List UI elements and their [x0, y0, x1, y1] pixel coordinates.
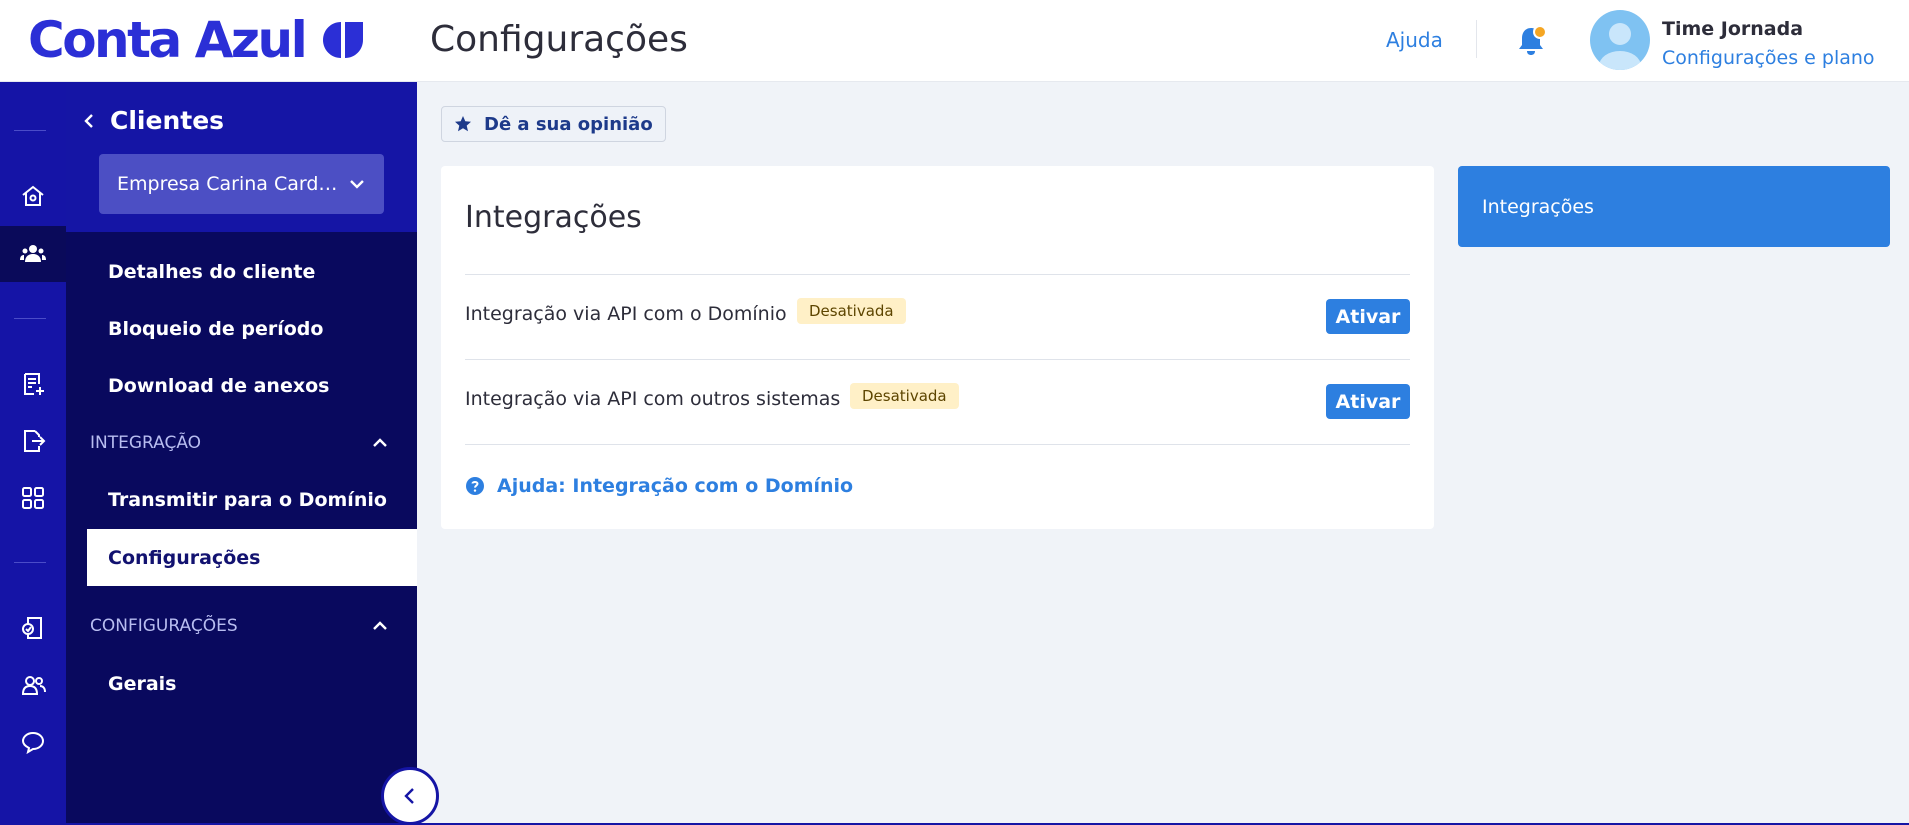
page-title: Configurações	[430, 19, 688, 60]
chevron-left-icon	[84, 114, 93, 128]
sidebar-item-label: Bloqueio de período	[108, 317, 324, 340]
sidebar-item-download-attachments[interactable]: Download de anexos	[87, 357, 417, 414]
integration-row-other-systems: Integração via API com outros sistemas D…	[465, 359, 1410, 443]
side-nav-integrations[interactable]: Integrações	[1458, 166, 1890, 247]
section-config-header[interactable]: CONFIGURAÇÕES	[90, 611, 390, 641]
rail-divider	[14, 562, 46, 563]
home-icon	[22, 185, 44, 206]
client-select-dropdown[interactable]: Empresa Carina Cardoso	[99, 154, 384, 214]
status-badge: Desativada	[850, 383, 959, 409]
logo-mark-icon	[323, 22, 364, 58]
sidebar-item-client-details[interactable]: Detalhes do cliente	[87, 243, 417, 300]
rail-export[interactable]	[0, 413, 66, 469]
rail-divider	[14, 318, 46, 319]
chevron-left-icon	[404, 788, 414, 804]
clients-icon	[20, 245, 46, 262]
user-name: Time Jornada	[1662, 18, 1804, 40]
icon-rail	[0, 82, 66, 825]
chevron-up-icon	[373, 438, 387, 447]
sidebar-item-configuracoes[interactable]: Configurações	[87, 529, 417, 586]
chat-icon	[21, 731, 45, 755]
back-to-clients[interactable]: Clientes	[80, 106, 224, 136]
back-label: Clientes	[110, 106, 225, 135]
rail-apps[interactable]	[0, 470, 66, 526]
chevron-up-icon	[373, 621, 387, 630]
sidebar-item-label: Transmitir para o Domínio	[108, 488, 387, 511]
rail-invoices[interactable]	[0, 356, 66, 412]
documents-icon	[22, 617, 42, 639]
activate-other-systems-button[interactable]: Ativar	[1326, 384, 1410, 419]
sidebar-header: Clientes Empresa Carina Cardoso	[66, 82, 417, 232]
section-integration-header[interactable]: INTEGRAÇÃO	[90, 428, 390, 458]
status-badge: Desativada	[797, 298, 906, 324]
user-avatar[interactable]	[1590, 10, 1650, 70]
help-link-label: Ajuda: Integração com o Domínio	[497, 475, 854, 497]
settings-and-plan-link[interactable]: Configurações e plano	[1662, 46, 1875, 70]
logo-wordmark: Conta Azul	[28, 11, 308, 69]
feedback-button[interactable]: Dê a sua opinião	[441, 106, 666, 142]
sidebar-item-label: Gerais	[108, 672, 177, 695]
rail-users[interactable]	[0, 657, 66, 713]
side-nav-label: Integrações	[1482, 195, 1594, 218]
sidebar-item-general[interactable]: Gerais	[87, 655, 417, 712]
sidebar-item-label: Detalhes do cliente	[108, 260, 316, 283]
help-link[interactable]: Ajuda	[1386, 28, 1443, 52]
avatar-person-icon	[1599, 23, 1641, 70]
header-divider	[1476, 20, 1477, 58]
client-select-value: Empresa Carina Cardoso	[117, 173, 339, 195]
users-icon	[21, 676, 46, 695]
integration-label: Integração via API com outros sistemas	[465, 388, 841, 410]
sidebar-item-period-lock[interactable]: Bloqueio de período	[87, 300, 417, 357]
chevron-down-icon	[350, 180, 364, 189]
integrations-card: Integrações Integração via API com o Dom…	[441, 166, 1434, 529]
sidebar-item-label: Download de anexos	[108, 374, 330, 397]
collapse-sidebar-button[interactable]	[381, 767, 439, 825]
sidebar-item-label: Configurações	[108, 546, 261, 569]
export-icon	[24, 430, 46, 452]
section-label: CONFIGURAÇÕES	[90, 616, 238, 636]
integration-row-dominio: Integração via API com o Domínio Desativ…	[465, 274, 1410, 358]
activate-dominio-button[interactable]: Ativar	[1326, 299, 1410, 334]
rail-divider	[14, 130, 46, 131]
section-label: INTEGRAÇÃO	[90, 433, 202, 453]
rail-home[interactable]	[0, 168, 66, 224]
star-icon	[455, 116, 471, 132]
rail-clients[interactable]	[0, 226, 66, 282]
feedback-label: Dê a sua opinião	[484, 113, 653, 135]
top-header: Conta Azul Configurações Ajuda Time Jorn…	[0, 0, 1909, 82]
conta-azul-logo[interactable]: Conta Azul	[28, 12, 367, 68]
invoice-add-icon	[24, 373, 44, 395]
apps-grid-icon	[22, 487, 44, 509]
rail-documents[interactable]	[0, 600, 66, 656]
help-circle-icon	[466, 477, 484, 495]
notification-bell-icon[interactable]	[1514, 24, 1548, 58]
help-integration-link[interactable]: Ajuda: Integração com o Domínio	[465, 475, 853, 497]
integration-label: Integração via API com o Domínio	[465, 303, 787, 325]
rail-chat[interactable]	[0, 714, 66, 770]
card-title: Integrações	[465, 200, 642, 235]
divider	[465, 444, 1410, 445]
sidebar-item-transmit-dominio[interactable]: Transmitir para o Domínio	[87, 471, 417, 528]
sidebar: Clientes Empresa Carina Cardoso Detalhes…	[66, 82, 417, 825]
